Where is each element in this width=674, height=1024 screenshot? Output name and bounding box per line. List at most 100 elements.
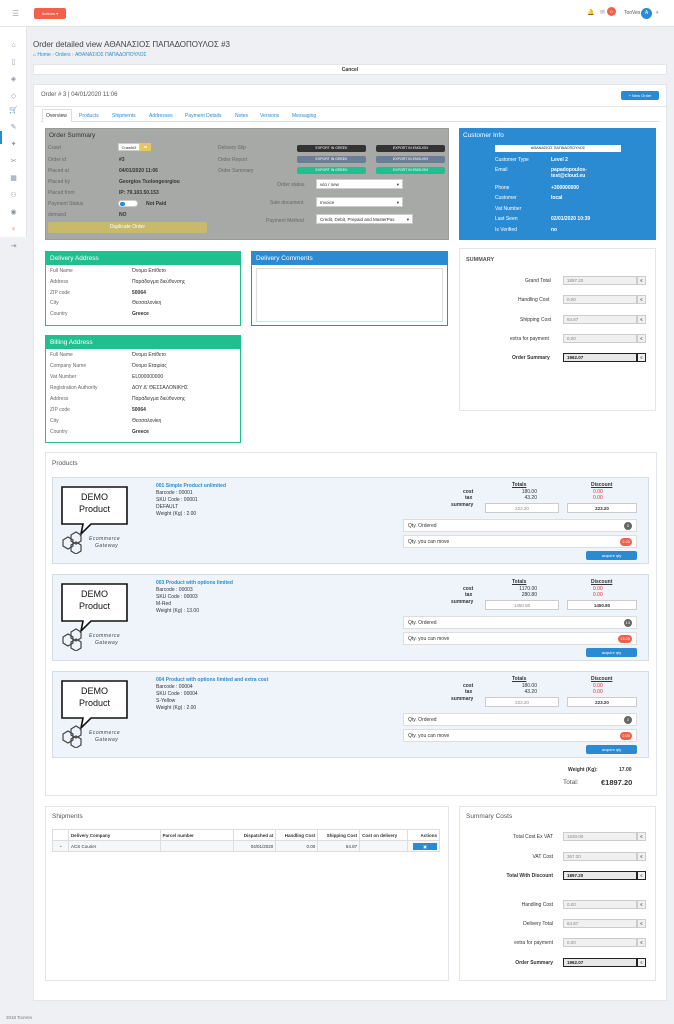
delivery-slip-export-english-button[interactable]: EXPORT IN ENGLISH [376, 145, 445, 152]
delivery-comments-textarea[interactable] [256, 268, 443, 322]
new-order-button[interactable]: + New Order [621, 91, 659, 100]
summary-input[interactable]: 1450.80 [485, 600, 559, 610]
tab-notes[interactable]: Notes [235, 113, 248, 119]
os-value-placed-by: Georgios Tsolongeorgiou [119, 179, 180, 185]
logo-demo-text: DEMO [81, 492, 108, 502]
product-card: DEMO Product Ecommerce Gateway 001 Simpl… [52, 477, 649, 564]
users-icon[interactable]: ⚇ [9, 191, 18, 200]
top-bar: ☰ Actions ▾ 🔔 ✉ 0 TooVes A ▾ [0, 0, 674, 27]
qty-ordered-row: Qty. Ordered 13 [403, 616, 637, 629]
home-icon[interactable]: ⌂ [9, 41, 18, 50]
summary-shipping-field: 64.87 [563, 315, 637, 324]
logo-product-text: Product [78, 601, 111, 611]
summary-shipping-label: Shipping Cost [520, 317, 552, 323]
order-report-export-greek-button[interactable]: EXPORT IN GREEK [297, 156, 366, 163]
tag-icon[interactable]: ◇ [9, 92, 18, 101]
crawl-link-button[interactable]: ⇄ [140, 143, 151, 151]
order-report-label: Order Report [218, 157, 248, 163]
order-summary-export-greek-button[interactable]: EXPORT IN GREEK [297, 167, 366, 174]
chevron-down-icon: ▾ [396, 182, 399, 187]
cancel-bar[interactable]: Cancel [33, 64, 667, 75]
delivery-comments-box: Delivery Comments [251, 251, 448, 326]
cart-icon[interactable]: 🛒 [9, 106, 18, 115]
actions-button[interactable]: Actions ▾ [34, 8, 66, 19]
discount-summary-input[interactable]: 223.20 [567, 697, 637, 707]
product-name[interactable]: 004 Product with options limited and ext… [156, 677, 268, 683]
cancel-button[interactable]: Cancel [342, 67, 358, 73]
os-value-placed-from: IP: 79.103.50.153 [119, 190, 159, 196]
payment-method-select[interactable]: Credit, Debit, Prepaid and MasterPas ▾ [316, 214, 413, 224]
acquire-qty-button[interactable]: acquire qty [586, 648, 637, 657]
notification-badge: 0 [607, 7, 616, 16]
product-name[interactable]: 003 Product with options limited [156, 580, 233, 586]
print-button[interactable]: ▣ [413, 842, 437, 850]
product-barcode: Barcode : 00001 [156, 490, 193, 496]
summary-costs-title: Summary Costs [466, 813, 513, 820]
summary-extra-field: 0.00 [563, 334, 637, 343]
cell-shipping-cost: 64.87 [317, 840, 361, 852]
cell-dispatched-at: 04/01/2020 [233, 840, 277, 852]
os-label-payment-status: Payment Status [48, 201, 84, 207]
cell-delivery-company: ACS Courier [67, 840, 161, 852]
os-value-demand: NO [119, 212, 127, 218]
sale-document-select[interactable]: Invoice ▾ [316, 197, 403, 207]
acquire-qty-button[interactable]: acquire qty [586, 745, 637, 754]
avatar[interactable]: A [641, 8, 652, 19]
tab-payment-details[interactable]: Payment Details [185, 113, 221, 119]
logo-sub1-text: Ecommerce [89, 536, 121, 542]
bulb-icon[interactable]: ♀ [9, 225, 18, 234]
order-report-export-english-button[interactable]: EXPORT IN ENGLISH [376, 156, 445, 163]
discount-summary-input[interactable]: 1450.80 [567, 600, 637, 610]
tab-addresses[interactable]: Addresses [149, 113, 173, 119]
logo-sub1-text: Ecommerce [89, 633, 121, 639]
discount-tax-value: 0.00 [593, 592, 603, 598]
qty-move-row: Qty. you can move 2.00 [403, 729, 637, 742]
summary-input[interactable]: 223.20 [485, 503, 559, 513]
user-name[interactable]: TooVes [624, 10, 640, 16]
ba-value-address: Παράδειγμα διεύθυνσης [132, 396, 186, 402]
tab-messaging[interactable]: Messaging [292, 113, 316, 119]
logout-icon[interactable]: ⇥ [9, 242, 18, 251]
bell-icon[interactable]: 🔔 [587, 9, 594, 16]
globe-icon[interactable]: ◉ [9, 208, 18, 217]
order-summary-export-english-button[interactable]: EXPORT IN ENGLISH [376, 167, 445, 174]
qty-move-badge: 2.00 [620, 732, 632, 740]
os-label-placed-from: Placed from [48, 190, 75, 196]
menu-icon[interactable]: ☰ [12, 9, 19, 18]
expand-icon[interactable]: ◔ [52, 840, 69, 852]
summary-input[interactable]: 223.20 [485, 697, 559, 707]
euro-icon: € [637, 334, 646, 343]
edit-icon[interactable]: ✎ [9, 123, 18, 132]
breadcrumb-home[interactable]: Home [37, 52, 50, 58]
discount-header: Discount [591, 579, 613, 585]
total-value: €1897.20 [601, 778, 633, 787]
layers-icon[interactable]: ◈ [9, 75, 18, 84]
message-icon[interactable]: ✉ [600, 9, 605, 16]
payment-status-toggle[interactable] [118, 200, 138, 207]
tab-shipments[interactable]: Shipments [112, 113, 136, 119]
tax-label: tax [465, 689, 473, 695]
breadcrumb-orders[interactable]: Orders [55, 52, 70, 58]
order-status-select[interactable]: νέα / new ▾ [316, 179, 403, 189]
delivery-slip-export-greek-button[interactable]: EXPORT IN GREEK [297, 145, 366, 152]
summary-box [459, 248, 656, 411]
da-label-zip: ZIP code [50, 290, 70, 296]
summary-costs-field: 1897.20 [563, 871, 637, 880]
duplicate-order-button[interactable]: Duplicate Order [48, 222, 207, 233]
discount-summary-input[interactable]: 223.20 [567, 503, 637, 513]
tab-products[interactable]: Products [79, 113, 99, 119]
summary-costs-field: 0.00 [563, 900, 637, 909]
chevron-down-icon[interactable]: ▾ [656, 10, 659, 16]
qty-ordered-label: Qty. Ordered [408, 523, 437, 529]
tools-icon[interactable]: ✂ [9, 157, 18, 166]
acquire-qty-button[interactable]: acquire qty [586, 551, 637, 560]
tab-overview[interactable]: Overview [46, 113, 67, 119]
col-dispatched-at: Dispatched at [233, 829, 277, 841]
megaphone-icon[interactable]: ✦ [9, 140, 18, 149]
product-name[interactable]: 001 Simple Product unlimited [156, 483, 226, 489]
tab-versions[interactable]: Versions [260, 113, 279, 119]
file-icon[interactable]: ▯ [9, 58, 18, 67]
product-image: DEMO Product Ecommerce Gateway [59, 484, 149, 555]
table-icon[interactable]: ▦ [9, 174, 18, 183]
breadcrumb-current[interactable]: ΑΘΑΝΑΣΙΟΣ ΠΑΠΑΔΟΠΟΥΛΟΣ [75, 52, 147, 58]
